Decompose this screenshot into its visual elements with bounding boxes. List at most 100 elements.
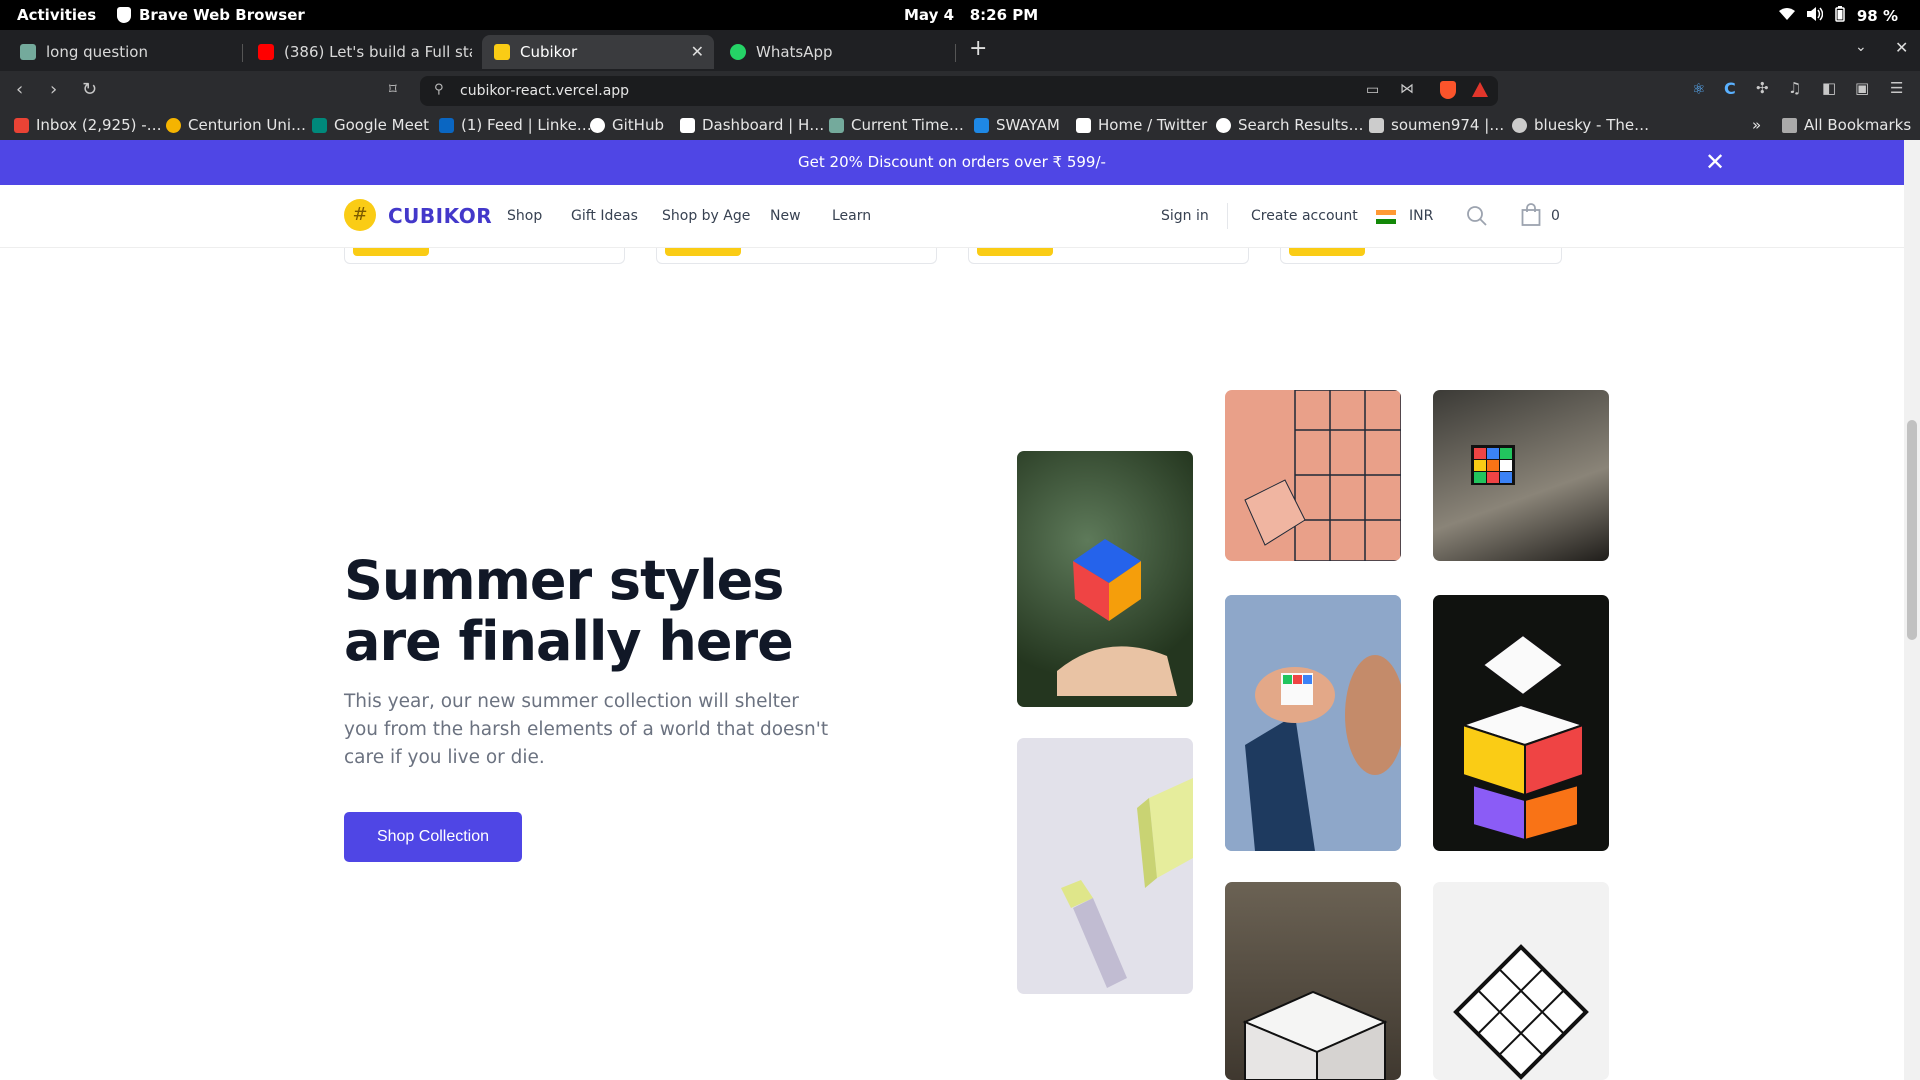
tab-cubikor[interactable]: Cubikor ✕ — [482, 35, 714, 69]
bookmark-label: (1) Feed | Linke… — [461, 116, 592, 134]
clock[interactable]: May 4 8:26 PM — [904, 6, 1038, 24]
currency-selector[interactable]: INR — [1409, 208, 1433, 224]
whatsapp-favicon-icon — [730, 44, 746, 60]
create-account-link[interactable]: Create account — [1251, 208, 1358, 224]
forward-arrow-icon[interactable]: › — [50, 79, 57, 100]
hero-title: Summer styles are finally here — [344, 549, 794, 673]
india-flag-icon[interactable] — [1376, 210, 1396, 224]
bookmark-current-time[interactable]: Current Time… — [829, 116, 964, 134]
nav-shop-by-age[interactable]: Shop by Age — [662, 208, 750, 224]
cast-icon[interactable]: ▭ — [1366, 82, 1379, 98]
hero-image-cube-stack — [1433, 595, 1609, 851]
hero-image-cube-hand — [1017, 451, 1193, 707]
sidebar-toggle-icon[interactable]: ◧ — [1822, 79, 1836, 97]
search-icon[interactable] — [1466, 205, 1488, 231]
bookmark-bluesky[interactable]: bluesky - The… — [1512, 116, 1649, 134]
hero-image-pink-cubes — [1225, 390, 1401, 561]
product-card[interactable] — [968, 248, 1249, 264]
centurion-icon — [166, 117, 181, 133]
bookmark-label: Centurion Uni… — [188, 116, 307, 134]
bookmark-soumen[interactable]: soumen974 |… — [1369, 116, 1504, 134]
product-card[interactable] — [344, 248, 625, 264]
site-info-icon[interactable]: ⚲ — [434, 82, 444, 97]
tab-youtube[interactable]: (386) Let's build a Full stack v — [246, 35, 472, 69]
address-bar[interactable]: ⚲ cubikor-react.vercel.app ▭ ⋈ — [420, 76, 1498, 106]
product-card[interactable] — [1280, 248, 1562, 264]
sign-in-link[interactable]: Sign in — [1161, 208, 1209, 224]
bookmark-linkedin[interactable]: (1) Feed | Linke… — [439, 116, 592, 134]
react-devtools-icon[interactable]: ⚛ — [1692, 80, 1705, 98]
battery-percent: 98 % — [1856, 7, 1898, 25]
brave-rewards-icon[interactable] — [1472, 82, 1488, 97]
shop-collection-button[interactable]: Shop Collection — [344, 812, 522, 862]
all-bookmarks-folder[interactable]: All Bookmarks — [1782, 116, 1911, 134]
battery-icon — [1835, 6, 1845, 26]
bookmark-label: Search Results… — [1238, 116, 1364, 134]
wifi-icon — [1778, 7, 1795, 25]
close-window-icon[interactable]: ✕ — [1895, 38, 1908, 57]
tab-title: Cubikor — [520, 43, 578, 61]
tab-long-question[interactable]: long question — [8, 35, 238, 69]
product-card[interactable] — [656, 248, 937, 264]
hero-image-small-cube-sofa — [1433, 390, 1609, 561]
bookmark-twitter[interactable]: Home / Twitter — [1076, 116, 1207, 134]
brand-name[interactable]: CUBIKOR — [388, 204, 492, 228]
bookmark-centurion[interactable]: Centurion Uni… — [166, 116, 306, 134]
app-menu[interactable]: Brave Web Browser — [117, 6, 305, 24]
bookmarks-overflow-chevron-icon[interactable]: » — [1752, 116, 1761, 134]
media-music-icon[interactable]: ♫ — [1788, 79, 1801, 97]
back-arrow-icon[interactable]: ‹ — [16, 79, 23, 100]
cubikor-favicon-icon — [494, 44, 510, 60]
clock-time: 8:26 PM — [969, 6, 1039, 24]
bookmark-page-icon[interactable]: ⌑ — [389, 80, 397, 98]
bookmarks-bar: Inbox (2,925) -… Centurion Uni… Google M… — [0, 111, 1920, 140]
new-tab-plus-icon[interactable]: + — [969, 36, 987, 61]
wallet-icon[interactable]: ▣ — [1855, 79, 1869, 97]
nav-gift-ideas[interactable]: Gift Ideas — [571, 208, 638, 224]
cart-count: 0 — [1551, 208, 1560, 224]
bookmark-label: Inbox (2,925) -… — [36, 116, 162, 134]
bookmark-gmail[interactable]: Inbox (2,925) -… — [14, 116, 162, 134]
swayam-icon — [974, 117, 989, 133]
menu-hamburger-icon[interactable]: ☰ — [1890, 79, 1903, 97]
reload-icon[interactable]: ↻ — [82, 79, 97, 100]
tab-whatsapp[interactable]: WhatsApp — [718, 35, 950, 69]
share-icon[interactable]: ⋈ — [1400, 81, 1414, 97]
tab-search-chevron-icon[interactable]: ⌄ — [1855, 39, 1867, 55]
bookmark-dashboard[interactable]: Dashboard | H… — [680, 116, 824, 134]
hero-image-green-cubes — [1017, 738, 1193, 994]
activities-button[interactable]: Activities — [17, 6, 96, 24]
hero-image-white-cube — [1225, 882, 1401, 1080]
bookmark-swayam[interactable]: SWAYAM — [974, 116, 1060, 134]
nav-learn[interactable]: Learn — [832, 208, 871, 224]
scrollbar-thumb[interactable] — [1907, 420, 1917, 640]
bookmark-google-meet[interactable]: Google Meet — [312, 116, 429, 134]
close-tab-icon[interactable]: ✕ — [691, 42, 704, 61]
nav-shop[interactable]: Shop — [507, 208, 542, 224]
bookmark-github[interactable]: GitHub — [590, 116, 664, 134]
chatgpt-favicon-icon — [20, 44, 36, 60]
hero-image-hands-cube — [1225, 595, 1401, 851]
tab-title: WhatsApp — [756, 43, 833, 61]
hackerrank-icon — [680, 117, 695, 133]
brave-shields-icon[interactable] — [1440, 81, 1456, 99]
bookmark-label: SWAYAM — [996, 116, 1060, 134]
nav-new[interactable]: New — [770, 208, 801, 224]
extensions-puzzle-icon[interactable]: ✣ — [1756, 79, 1769, 97]
url-text: cubikor-react.vercel.app — [460, 83, 630, 99]
hero-image-white-cube-rotated — [1433, 882, 1609, 1080]
bookmark-search-results[interactable]: Search Results… — [1216, 116, 1363, 134]
tab-strip: long question (386) Let's build a Full s… — [0, 30, 1920, 71]
chatgpt-icon — [829, 117, 844, 133]
shopping-bag-icon[interactable] — [1521, 203, 1541, 231]
hero-subtitle: This year, our new summer collection wil… — [344, 691, 829, 768]
bookmark-label: Google Meet — [334, 116, 429, 134]
cubikor-logo-icon[interactable]: # — [344, 199, 376, 231]
bookmark-label: bluesky - The… — [1534, 116, 1650, 134]
bookmark-label: GitHub — [612, 116, 664, 134]
close-banner-icon[interactable]: ✕ — [1705, 148, 1725, 176]
extension-c-icon[interactable]: C — [1724, 79, 1736, 98]
status-area[interactable]: 98 % — [1778, 6, 1898, 26]
x-twitter-icon — [1076, 117, 1091, 133]
bookmark-label: Dashboard | H… — [702, 116, 825, 134]
